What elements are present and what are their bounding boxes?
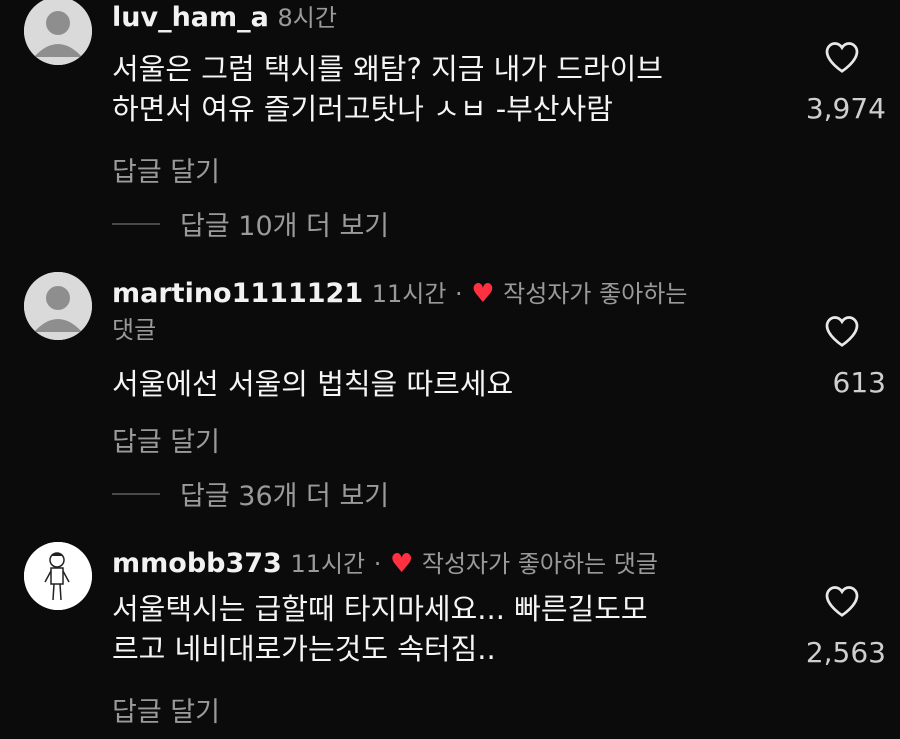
avatar[interactable] <box>24 542 92 610</box>
comment-text-line: 서울에선 서울의 법칙을 따르세요 <box>112 367 514 401</box>
reply-button[interactable]: 답글 달기 <box>112 690 220 729</box>
drawn-person-avatar-icon <box>24 542 92 610</box>
comment-text: 서울택시는 급할때 타지마세요... 빠른길도모 르고 네비대로가는것도 속터짐… <box>112 589 648 669</box>
default-avatar-icon <box>24 272 92 340</box>
comment-text-line: 하면서 여유 즐기러고탓나 ㅅㅂ -부산사람 <box>112 92 613 126</box>
heart-outline-icon[interactable] <box>824 584 860 618</box>
comment-header: martino1111121 11시간 · ♥ 작성자가 좋아하는 댓글 <box>112 276 687 348</box>
timestamp: 11시간 <box>371 280 447 308</box>
comment-text-line: 서울은 그럼 택시를 왜탐? 지금 내가 드라이브 <box>112 52 663 86</box>
like-count: 3,974 <box>805 92 886 125</box>
separator-dot: · <box>373 550 382 578</box>
username[interactable]: luv_ham_a <box>112 2 269 33</box>
reply-button[interactable]: 답글 달기 <box>112 420 220 459</box>
separator-dot: · <box>455 280 463 308</box>
comment-text-line: 서울택시는 급할때 타지마세요... 빠른길도모 <box>112 592 648 626</box>
comment-text: 서울은 그럼 택시를 왜탐? 지금 내가 드라이브 하면서 여유 즐기러고탓나 … <box>112 49 663 129</box>
comment-header: mmobb373 11시간 · ♥ 작성자가 좋아하는 댓글 <box>112 546 658 582</box>
divider-line <box>112 492 160 495</box>
author-liked-heart-icon: ♥ <box>471 279 495 309</box>
username[interactable]: mmobb373 <box>112 548 282 579</box>
comment-header: luv_ham_a 8시간 <box>112 0 337 36</box>
reply-button[interactable]: 답글 달기 <box>112 150 220 189</box>
comment-text-line: 르고 네비대로가는것도 속터짐.. <box>112 632 496 666</box>
heart-outline-icon[interactable] <box>824 314 860 348</box>
author-liked-heart-icon: ♥ <box>389 549 414 579</box>
like-count: 613 <box>832 366 886 399</box>
author-liked-label-cont: 댓글 <box>112 316 157 344</box>
timestamp: 8시간 <box>277 4 337 32</box>
view-replies-label: 답글 36개 더 보기 <box>180 481 390 512</box>
default-avatar-icon <box>24 0 92 65</box>
avatar[interactable] <box>24 0 92 65</box>
divider-line <box>112 222 160 225</box>
timestamp: 11시간 <box>290 550 366 578</box>
like-count: 2,563 <box>805 636 886 669</box>
heart-outline-icon[interactable] <box>824 40 860 74</box>
comment-text: 서울에선 서울의 법칙을 따르세요 <box>112 364 513 404</box>
author-liked-label: 작성자가 좋아하는 댓글 <box>421 550 658 578</box>
view-replies-button[interactable]: 답글 36개 더 보기 <box>112 474 389 513</box>
view-replies-button[interactable]: 답글 10개 더 보기 <box>112 204 389 243</box>
view-replies-label: 답글 10개 더 보기 <box>180 211 390 242</box>
avatar[interactable] <box>24 272 92 340</box>
author-liked-label: 작성자가 좋아하는 <box>503 280 688 308</box>
username[interactable]: martino1111121 <box>112 278 363 309</box>
